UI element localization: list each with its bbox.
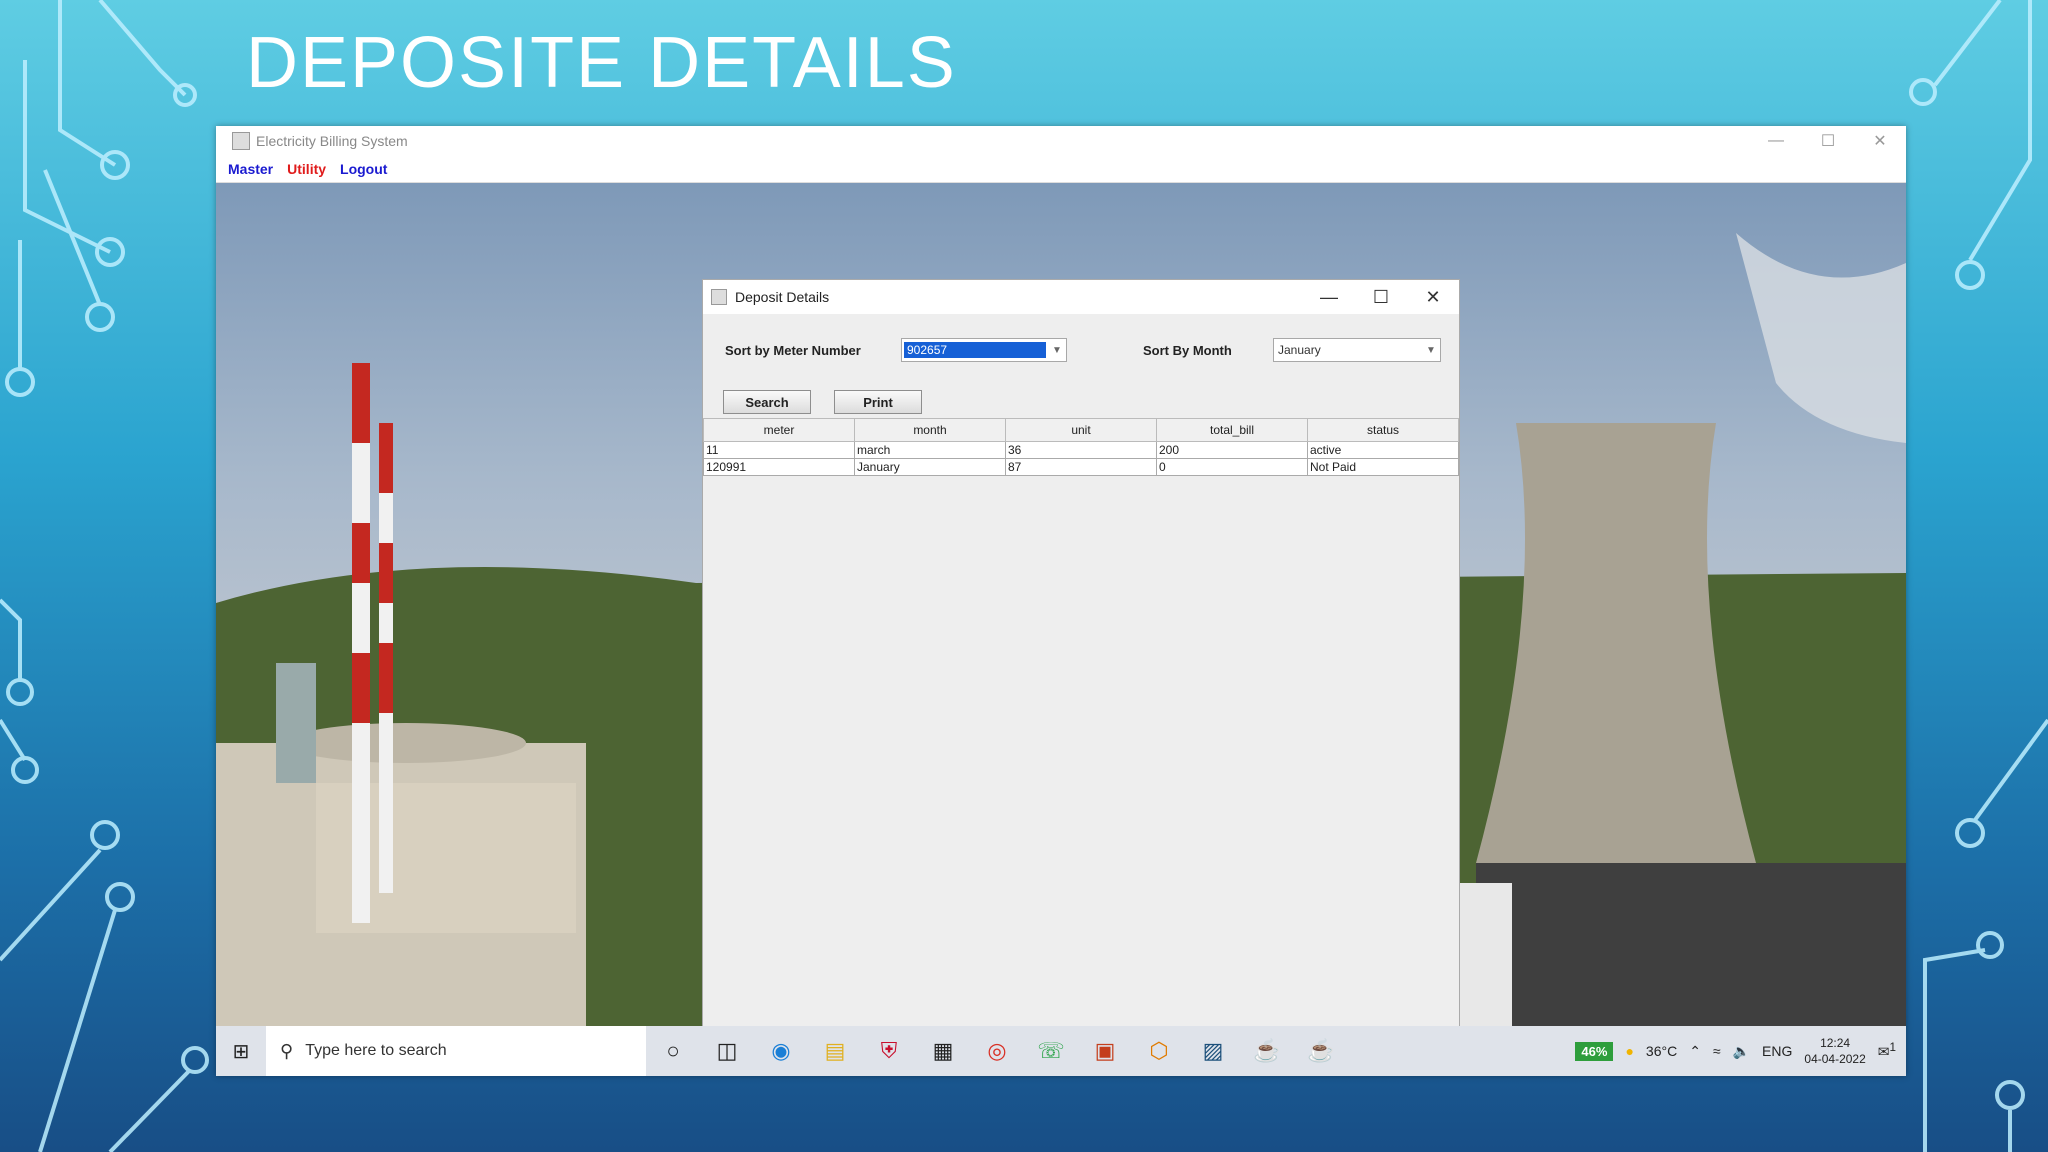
volume-icon[interactable]: 🔈 bbox=[1733, 1043, 1750, 1060]
deposit-table[interactable]: meter month unit total_bill status 11 ma… bbox=[703, 418, 1459, 1026]
dialog-close-button[interactable]: ✕ bbox=[1407, 287, 1459, 308]
search-icon: ⚲ bbox=[280, 1040, 294, 1061]
search-button[interactable]: Search bbox=[723, 390, 811, 414]
task-view-icon[interactable]: ◫ bbox=[700, 1026, 754, 1076]
background-image: Deposit Details — ☐ ✕ Sort by Meter Numb… bbox=[216, 183, 1906, 1026]
dialog-maximize-button[interactable]: ☐ bbox=[1355, 287, 1407, 308]
chevron-down-icon[interactable]: ▼ bbox=[1422, 345, 1440, 356]
powerpoint-icon[interactable]: ▣ bbox=[1078, 1026, 1132, 1076]
close-button[interactable]: ✕ bbox=[1854, 131, 1906, 151]
table-cell[interactable]: march bbox=[854, 441, 1006, 459]
filter-row: Sort by Meter Number 902657 ▼ Sort By Mo… bbox=[703, 336, 1459, 366]
file-explorer-icon[interactable]: ▤ bbox=[808, 1026, 862, 1076]
slide-title: DEPOSITE DETAILS bbox=[246, 23, 957, 103]
mcafee-icon[interactable]: ⛨ bbox=[862, 1026, 916, 1076]
table-row[interactable]: 11 march 36 200 active bbox=[703, 441, 1459, 459]
minimize-button[interactable]: — bbox=[1750, 132, 1802, 150]
taskbar: ⊞ ⚲ Type here to search ○ ◫ ◉ ▤ ⛨ ▦ ◎ ☏ … bbox=[216, 1026, 1906, 1076]
maximize-button[interactable]: ☐ bbox=[1802, 131, 1854, 151]
whatsapp-icon[interactable]: ☏ bbox=[1024, 1026, 1078, 1076]
clock[interactable]: 12:24 04-04-2022 bbox=[1804, 1035, 1865, 1067]
java-icon[interactable]: ☕ bbox=[1294, 1026, 1348, 1076]
table-cell[interactable]: 200 bbox=[1156, 441, 1308, 459]
chevron-down-icon[interactable]: ▼ bbox=[1048, 345, 1066, 356]
chevron-up-icon[interactable]: ⌃ bbox=[1689, 1043, 1701, 1060]
deposit-details-dialog: Deposit Details — ☐ ✕ Sort by Meter Numb… bbox=[702, 279, 1460, 1026]
notification-icon[interactable]: ✉1 bbox=[1878, 1041, 1896, 1061]
table-cell[interactable]: Not Paid bbox=[1307, 458, 1459, 476]
table-cell[interactable]: 0 bbox=[1156, 458, 1308, 476]
dialog-title: Deposit Details bbox=[735, 289, 830, 305]
windows-start-icon[interactable]: ⊞ bbox=[216, 1039, 266, 1064]
meter-number-label: Sort by Meter Number bbox=[725, 343, 861, 358]
column-header[interactable]: meter bbox=[703, 418, 855, 442]
table-cell[interactable]: 120991 bbox=[703, 458, 855, 476]
menu-logout[interactable]: Logout bbox=[340, 161, 387, 177]
dialog-titlebar: Deposit Details — ☐ ✕ bbox=[703, 280, 1459, 314]
app-titlebar: Electricity Billing System — ☐ ✕ bbox=[216, 126, 1906, 156]
meter-number-value: 902657 bbox=[904, 342, 1046, 358]
search-placeholder: Type here to search bbox=[305, 1042, 447, 1059]
language-indicator[interactable]: ENG bbox=[1762, 1043, 1792, 1059]
column-header[interactable]: month bbox=[854, 418, 1006, 442]
table-header-row: meter month unit total_bill status bbox=[703, 418, 1459, 442]
notification-count: 1 bbox=[1889, 1041, 1896, 1055]
month-select[interactable]: January ▼ bbox=[1273, 338, 1441, 362]
app-icon[interactable]: ⬡ bbox=[1132, 1026, 1186, 1076]
java-app-icon bbox=[232, 132, 250, 150]
java-icon[interactable]: ☕ bbox=[1240, 1026, 1294, 1076]
menubar: Master Utility Logout bbox=[216, 156, 1906, 183]
menu-utility[interactable]: Utility bbox=[287, 161, 326, 177]
print-button[interactable]: Print bbox=[834, 390, 922, 414]
table-cell[interactable]: 87 bbox=[1005, 458, 1157, 476]
netbeans-icon[interactable]: ▨ bbox=[1186, 1026, 1240, 1076]
meter-number-select[interactable]: 902657 ▼ bbox=[901, 338, 1067, 362]
table-cell[interactable]: 11 bbox=[703, 441, 855, 459]
edge-icon[interactable]: ◉ bbox=[754, 1026, 808, 1076]
column-header[interactable]: total_bill bbox=[1156, 418, 1308, 442]
table-cell[interactable]: January bbox=[854, 458, 1006, 476]
month-value: January bbox=[1278, 343, 1321, 357]
wifi-icon[interactable]: ≈ bbox=[1713, 1043, 1721, 1059]
app-window: Electricity Billing System — ☐ ✕ Master … bbox=[216, 126, 1906, 1076]
taskbar-search[interactable]: ⚲ Type here to search bbox=[266, 1026, 646, 1076]
table-cell[interactable]: active bbox=[1307, 441, 1459, 459]
chrome-icon[interactable]: ◎ bbox=[970, 1026, 1024, 1076]
month-label: Sort By Month bbox=[1143, 343, 1232, 358]
app-title: Electricity Billing System bbox=[256, 133, 408, 149]
calculator-icon[interactable]: ▦ bbox=[916, 1026, 970, 1076]
system-tray: 46% ● 36°C ⌃ ≈ 🔈 ENG 12:24 04-04-2022 ✉1 bbox=[1575, 1035, 1906, 1067]
cortana-icon[interactable]: ○ bbox=[646, 1026, 700, 1076]
menu-master[interactable]: Master bbox=[228, 161, 273, 177]
weather-icon[interactable]: ● bbox=[1625, 1043, 1633, 1059]
table-row[interactable]: 120991 January 87 0 Not Paid bbox=[703, 458, 1459, 476]
column-header[interactable]: status bbox=[1307, 418, 1459, 442]
java-icon bbox=[711, 289, 727, 305]
column-header[interactable]: unit bbox=[1005, 418, 1157, 442]
battery-indicator[interactable]: 46% bbox=[1575, 1041, 1614, 1061]
dialog-minimize-button[interactable]: — bbox=[1303, 287, 1355, 308]
date: 04-04-2022 bbox=[1804, 1052, 1866, 1066]
temperature[interactable]: 36°C bbox=[1646, 1043, 1677, 1059]
time: 12:24 bbox=[1820, 1036, 1851, 1050]
table-cell[interactable]: 36 bbox=[1005, 441, 1157, 459]
